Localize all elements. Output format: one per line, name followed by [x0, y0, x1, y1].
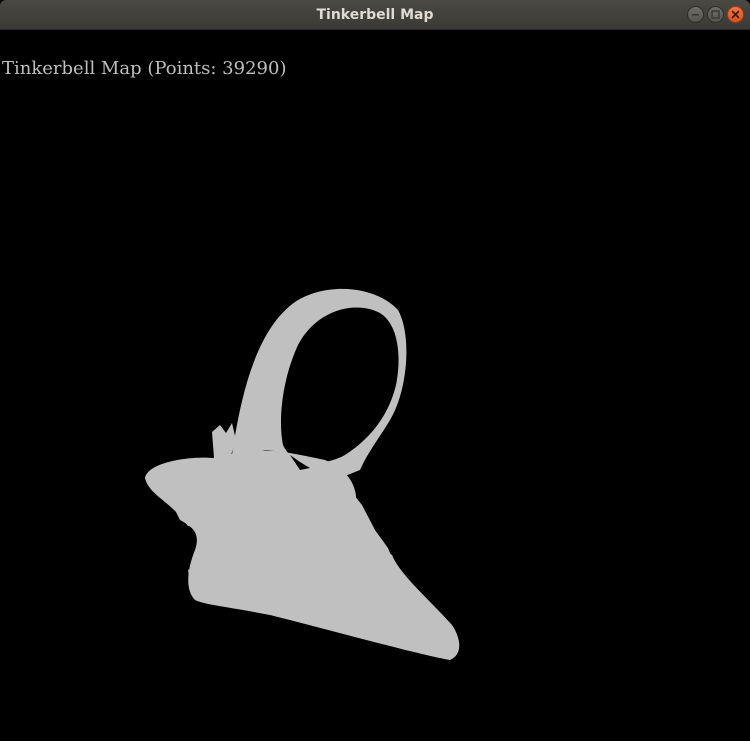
maximize-button[interactable]: [707, 6, 724, 23]
window-controls: [687, 6, 744, 24]
close-icon: [731, 10, 740, 19]
window-title: Tinkerbell Map: [316, 7, 434, 23]
attractor-body: [145, 450, 460, 660]
points-label: Tinkerbell Map (Points: 39290): [2, 58, 287, 79]
attractor-loop: [232, 288, 407, 478]
app-window: Tinkerbell Map Tinkerbell Map (Points: 3…: [0, 0, 750, 741]
minimize-icon: [692, 14, 699, 16]
close-button[interactable]: [727, 6, 744, 23]
minimize-button[interactable]: [687, 6, 704, 23]
maximize-icon: [711, 10, 720, 19]
tinkerbell-attractor: [145, 288, 460, 660]
title-bar[interactable]: Tinkerbell Map: [0, 0, 750, 30]
map-canvas[interactable]: Tinkerbell Map (Points: 39290): [0, 30, 750, 741]
